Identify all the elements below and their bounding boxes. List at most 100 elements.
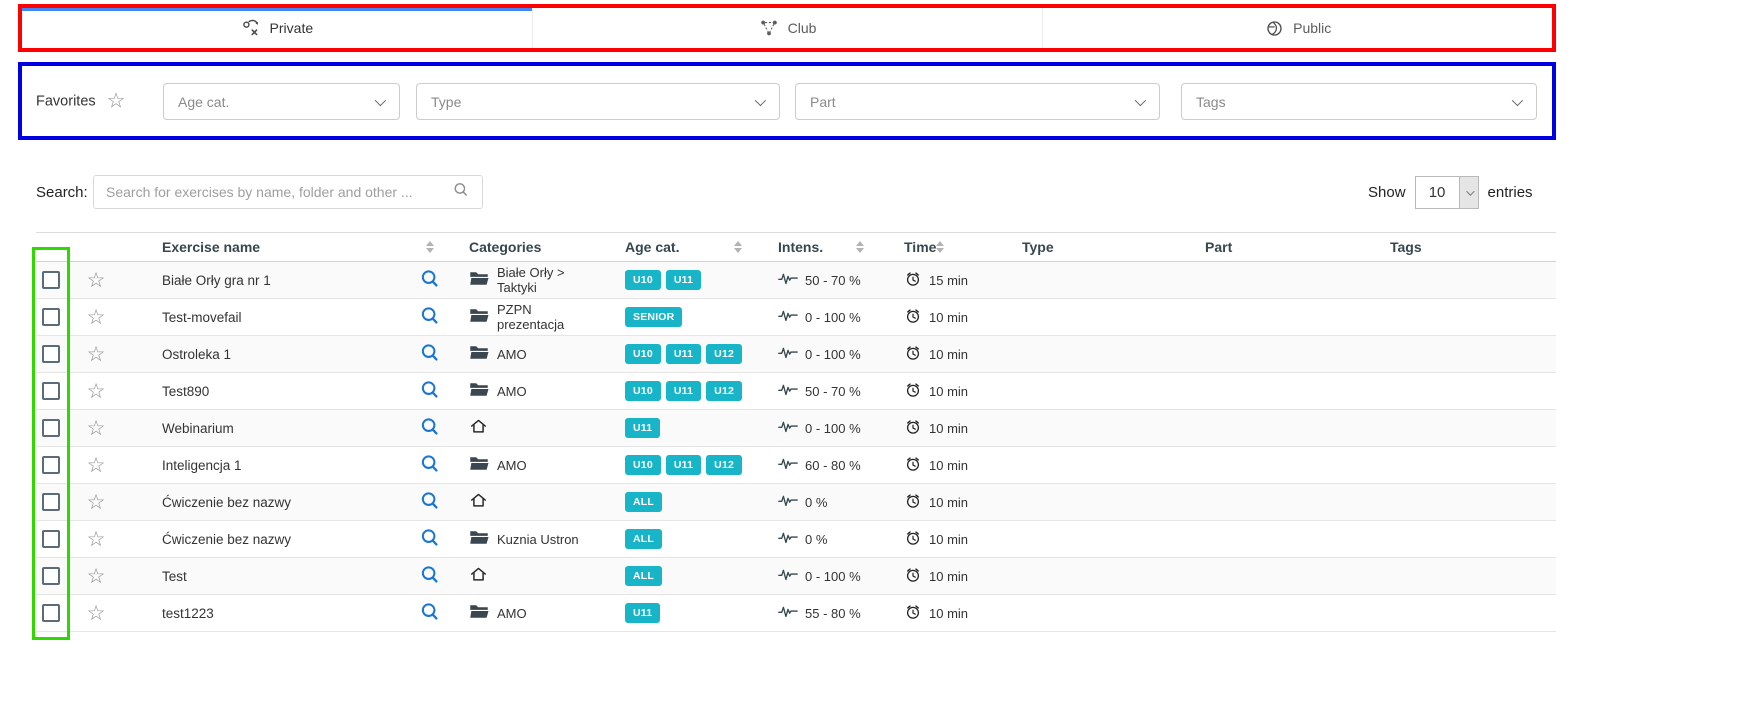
home-icon [469,565,488,587]
table-body: ☆ Białe Orły gra nr 1 Białe Orły > Takty… [36,262,1556,632]
exercise-name-cell: Webinarium [126,421,411,436]
type-dropdown[interactable]: Type [416,83,780,120]
exercise-name: Inteligencja 1 [162,458,242,473]
categories-cell: AMO [449,381,589,401]
chevron-down-icon [375,94,386,105]
categories-cell [449,565,589,587]
favorite-star-icon[interactable]: ☆ [87,381,106,402]
intensity-value: 50 - 70 % [805,384,861,399]
preview-magnifier-icon[interactable] [419,490,441,515]
part-dropdown[interactable]: Part [795,83,1160,120]
preview-magnifier-icon[interactable] [419,453,441,478]
tags-dropdown[interactable]: Tags [1181,83,1537,120]
age-badge: U11 [666,381,701,401]
categories-cell: AMO [449,344,589,364]
exercise-name-cell: Inteligencja 1 [126,458,411,473]
favorites-star-icon[interactable]: ☆ [107,91,126,112]
preview-magnifier-icon[interactable] [419,342,441,367]
favorite-star-icon[interactable]: ☆ [87,344,106,365]
alarm-clock-icon [904,455,922,476]
age-badge: U10 [625,455,661,475]
preview-magnifier-icon[interactable] [419,601,441,626]
age-badge: SENIOR [625,307,682,327]
row-checkbox[interactable] [42,604,60,622]
age-badge: ALL [625,492,662,512]
exercise-name-cell: Ćwiczenie bez nazwy [126,532,411,547]
intensity-pulse-icon [778,419,798,437]
row-checkbox[interactable] [42,530,60,548]
exercise-name-cell: Test-movefail [126,310,411,325]
intensity-value: 0 % [805,532,827,547]
intensity-cell: 0 - 100 % [742,308,864,326]
time-cell: 10 min [864,344,986,365]
entries-label: entries [1488,184,1533,201]
favorite-star-icon[interactable]: ☆ [87,455,106,476]
alarm-clock-icon [904,307,922,328]
page-size-select[interactable]: 10 [1415,176,1479,209]
preview-magnifier-icon[interactable] [419,379,441,404]
checkbox-cell [36,345,66,363]
table-row: ☆ Ćwiczenie bez nazwy Kuznia Ustron [36,521,1556,558]
sort-icon-intensity[interactable] [856,241,864,253]
preview-cell [411,527,449,552]
part-dropdown-placeholder: Part [810,94,836,110]
age-badge: U11 [666,455,701,475]
favorite-star-icon[interactable]: ☆ [87,566,106,587]
tab-public[interactable]: Public [1043,8,1553,48]
header-intensity[interactable]: Intens. [742,239,864,255]
row-checkbox[interactable] [42,567,60,585]
favorite-cell: ☆ [66,603,126,624]
intensity-value: 0 - 100 % [805,421,861,436]
favorites-label: Favorites [36,93,96,109]
header-time[interactable]: Time [864,239,986,255]
checkbox-cell [36,567,66,585]
time-value: 10 min [929,384,968,399]
header-exercise-name[interactable]: Exercise name [126,239,411,255]
exercise-name-cell: Test [126,569,411,584]
preview-magnifier-icon[interactable] [419,416,441,441]
sort-icon-age-cat[interactable] [734,241,742,253]
alarm-clock-icon [904,344,922,365]
preview-magnifier-icon[interactable] [419,564,441,589]
table-row: ☆ Ostroleka 1 AMO U10U11U12 [36,336,1556,373]
page-size-value: 10 [1416,177,1459,208]
preview-cell [411,453,449,478]
time-value: 10 min [929,347,968,362]
sort-icon-time[interactable] [936,241,944,253]
row-checkbox[interactable] [42,308,60,326]
sort-icon-exercise-name[interactable] [426,241,434,253]
tab-club[interactable]: Club [533,8,1044,48]
tactics-icon [241,18,261,38]
folder-icon [469,344,489,364]
age-badge: U11 [666,344,701,364]
row-checkbox[interactable] [42,345,60,363]
preview-magnifier-icon[interactable] [419,268,441,293]
chevron-down-icon [1512,94,1523,105]
favorite-star-icon[interactable]: ☆ [87,492,106,513]
favorite-star-icon[interactable]: ☆ [87,270,106,291]
time-cell: 10 min [864,381,986,402]
row-checkbox[interactable] [42,382,60,400]
favorite-star-icon[interactable]: ☆ [87,529,106,550]
search-input[interactable] [106,184,452,200]
preview-magnifier-icon[interactable] [419,527,441,552]
checkbox-cell [36,271,66,289]
preview-cell [411,490,449,515]
row-checkbox[interactable] [42,456,60,474]
age-badges: ALL [589,529,742,549]
favorite-star-icon[interactable]: ☆ [87,603,106,624]
categories-cell: Kuznia Ustron [449,529,589,549]
header-age-cat[interactable]: Age cat. [589,239,742,255]
age-badge: U12 [706,344,742,364]
tab-private[interactable]: Private [22,8,533,48]
preview-magnifier-icon[interactable] [419,305,441,330]
intensity-value: 50 - 70 % [805,273,861,288]
row-checkbox[interactable] [42,419,60,437]
row-checkbox[interactable] [42,493,60,511]
age-cat-dropdown[interactable]: Age cat. [163,83,400,120]
row-checkbox[interactable] [42,271,60,289]
exercise-name: Webinarium [162,421,234,436]
favorite-star-icon[interactable]: ☆ [87,418,106,439]
intensity-value: 60 - 80 % [805,458,861,473]
favorite-star-icon[interactable]: ☆ [87,307,106,328]
